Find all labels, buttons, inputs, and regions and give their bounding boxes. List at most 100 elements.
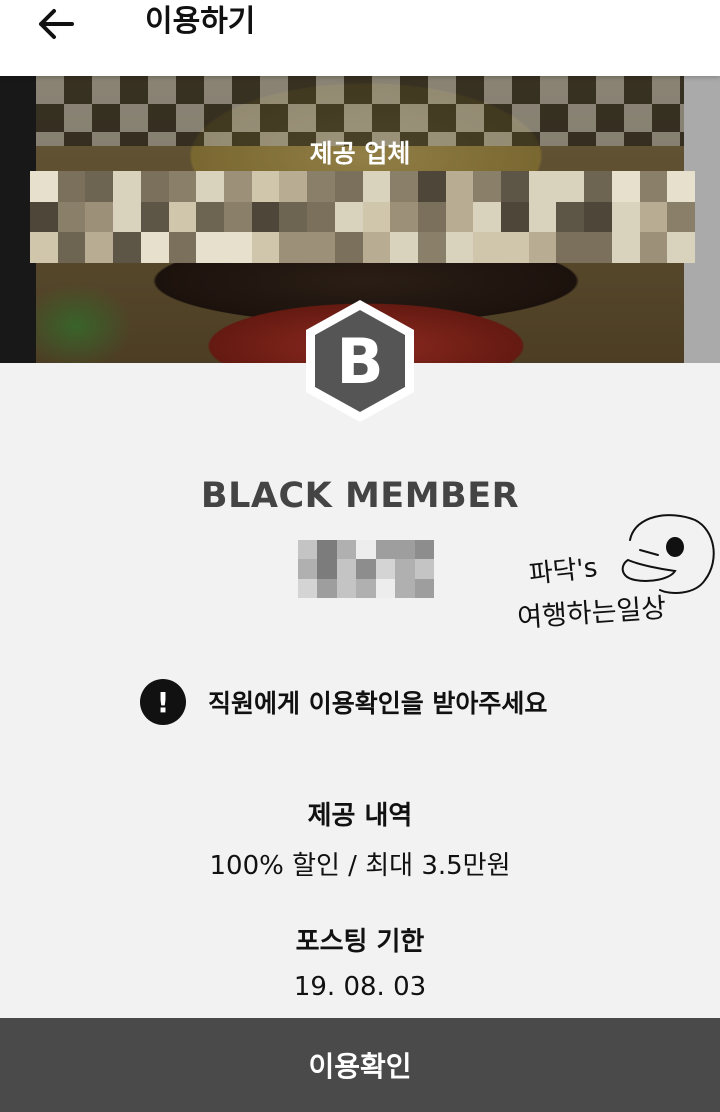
mosaic-cell [168,232,197,263]
mosaic-cell [639,171,668,202]
mosaic-cell [30,171,58,202]
watermark-line1: 파닥's [528,553,599,590]
mosaic-cell [317,559,337,579]
mosaic-cell [395,540,415,560]
mosaic-cell [667,232,695,263]
mosaic-cell [395,578,415,598]
mosaic-cell [584,232,612,263]
mosaic-cell [362,232,391,263]
mosaic-cell [223,201,252,233]
vendor-label: 제공 업체 [309,139,411,168]
mosaic-cell [584,201,612,233]
arrow-left-icon [39,9,74,39]
mosaic-cell [140,232,169,263]
mosaic-cell [445,232,474,263]
member-name-redacted [298,540,434,598]
mosaic-cell [279,232,308,263]
mosaic-cell [556,232,585,263]
mosaic-cell [168,201,197,233]
mosaic-cell [334,232,363,263]
mosaic-cell [611,171,640,202]
mosaic-cell [417,232,446,263]
mosaic-cell [57,171,86,202]
mosaic-cell [473,201,502,233]
mosaic-cell [168,171,197,202]
mosaic-cell [317,540,337,560]
mosaic-cell [334,201,363,233]
mosaic-cell [307,201,335,233]
offer-value: 100% 할인 / 최대 3.5만원 [209,851,511,881]
mosaic-cell [196,171,224,202]
mosaic-cell [223,232,252,263]
mosaic-cell [417,171,446,202]
mosaic-cell [445,171,474,202]
mosaic-cell [298,540,318,560]
mosaic-cell [85,171,114,202]
mosaic-cell [298,578,318,598]
mosaic-cell [501,232,529,263]
mosaic-cell [113,171,141,202]
mosaic-cell [556,171,585,202]
mosaic-cell [279,201,308,233]
mosaic-cell [307,232,335,263]
mosaic-cell [336,540,357,560]
mosaic-cell [196,201,224,233]
mosaic-cell [414,540,434,560]
badge-letter: B [336,324,384,398]
mosaic-cell [611,201,640,233]
mosaic-cell [30,232,58,263]
mosaic-cell [298,559,318,579]
mosaic-cell [556,201,585,233]
member-badge: B [302,296,418,426]
offer-title: 제공 내역 [307,801,413,831]
mosaic-cell [611,232,640,263]
page-title: 이용하기 [145,4,256,39]
mosaic-cell [196,232,224,263]
watermark-line2: 여행하는일상 [516,593,667,634]
mosaic-cell [57,201,86,233]
mosaic-cell [584,171,612,202]
mosaic-cell [356,559,376,579]
mosaic-cell [251,201,280,233]
mosaic-cell [390,232,418,263]
mosaic-cell [639,201,668,233]
mosaic-cell [667,171,695,202]
mosaic-cell [140,201,169,233]
mosaic-cell [639,232,668,263]
posting-deadline-title: 포스팅 기한 [295,927,425,957]
app-bar: 이용하기 [0,0,720,76]
mosaic-cell [528,171,557,202]
vendor-name-redacted [30,171,695,263]
mosaic-cell [30,201,58,233]
mosaic-cell [375,540,396,560]
posting-deadline-value: 19. 08. 03 [293,972,427,1002]
mosaic-cell [251,171,280,202]
mosaic-cell [279,171,308,202]
mosaic-cell [528,201,557,233]
mosaic-cell [375,578,396,598]
mosaic-cell [140,171,169,202]
mosaic-cell [356,540,376,560]
mosaic-cell [375,559,396,579]
mosaic-cell [356,578,376,598]
mosaic-cell [414,559,434,579]
mosaic-cell [362,171,391,202]
mosaic-cell [57,232,86,263]
mosaic-cell [113,232,141,263]
confirm-usage-button[interactable]: 이용확인 [0,1018,720,1112]
mosaic-cell [85,201,114,233]
mosaic-cell [390,201,418,233]
mosaic-cell [501,201,529,233]
exclamation-circle-icon: ! [140,679,186,725]
back-button[interactable] [32,2,80,46]
mosaic-cell [395,559,415,579]
mosaic-cell [414,578,434,598]
mosaic-cell [317,578,337,598]
mosaic-cell [334,171,363,202]
mosaic-cell [528,232,557,263]
mosaic-cell [417,201,446,233]
confirm-usage-label: 이용확인 [308,1050,412,1083]
mosaic-cell [223,171,252,202]
mosaic-cell [336,559,357,579]
mosaic-cell [362,201,391,233]
